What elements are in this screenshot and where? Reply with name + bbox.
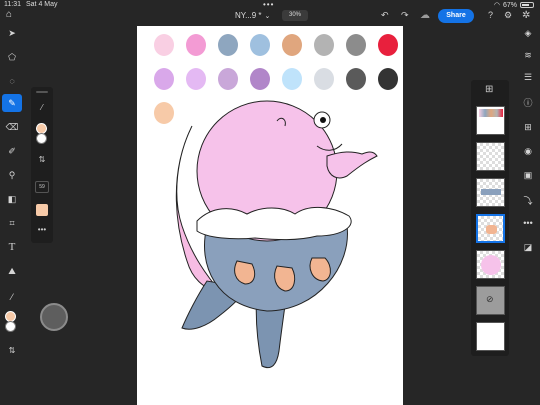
tutu	[196, 207, 352, 241]
color-chips[interactable]	[5, 311, 19, 333]
share-button[interactable]: Share	[438, 9, 474, 23]
layer-thumb-background[interactable]	[476, 322, 505, 351]
layer-thumb-3[interactable]	[476, 178, 505, 207]
zoom-level[interactable]: 30%	[282, 10, 308, 21]
adjustments-icon[interactable]: ☰	[520, 72, 536, 86]
background-color-chip[interactable]	[5, 321, 16, 332]
fill-icon[interactable]: ⚲	[2, 166, 22, 184]
mask-icon[interactable]: ▣	[520, 170, 536, 184]
document-title[interactable]: NY...9 * ⌄	[235, 11, 270, 20]
layer-3-preview	[481, 189, 501, 195]
layer-thumb-2[interactable]	[476, 142, 505, 171]
status-date: Sat 4 May	[26, 1, 58, 8]
eraser-icon[interactable]: ⌫	[2, 118, 22, 136]
text-icon[interactable]: T	[2, 238, 22, 256]
eyedropper-tool-icon[interactable]: ⁄	[31, 103, 53, 112]
layer-properties-icon[interactable]: ≋	[520, 50, 536, 64]
panel-color-chips[interactable]	[36, 123, 50, 145]
cloud-icon[interactable]: ☁	[420, 10, 430, 21]
help-icon[interactable]: ?	[488, 10, 493, 20]
smudge-icon[interactable]: ✐	[2, 142, 22, 160]
add-layer-icon[interactable]: ⊞	[485, 84, 493, 95]
settings-gear-icon[interactable]: ✲	[522, 10, 530, 21]
panel-grabber[interactable]	[36, 91, 48, 93]
clip-icon[interactable]: ⤵	[520, 194, 536, 208]
layer-thumb-6-hidden[interactable]: ⊘	[476, 286, 505, 315]
panel-swap-icon[interactable]: ⇅	[31, 155, 53, 164]
hidden-eye-icon: ⊘	[486, 294, 494, 304]
layer-4-preview	[486, 225, 497, 234]
more-icon[interactable]: •••	[520, 218, 536, 232]
eyedropper-icon[interactable]: ⁄	[2, 288, 22, 306]
redo-icon[interactable]: ↷	[401, 10, 409, 21]
transform-icon[interactable]: ⬠	[2, 48, 22, 66]
left-toolbar: ➤ ⬠ ◌ ✎ ⌫ ✐ ⚲ ◧ ⌗ T ⛰ ⁄ ⇅	[0, 24, 24, 405]
layer-5-preview	[481, 255, 501, 275]
add-layer-tool-icon[interactable]: ⊞	[520, 122, 536, 136]
arm-shape	[326, 151, 378, 179]
visibility-icon[interactable]: ◉	[520, 146, 536, 160]
undo-icon[interactable]: ↶	[381, 10, 389, 21]
app-settings-icon[interactable]: ⚙	[504, 10, 512, 21]
more-options-icon[interactable]: •••	[31, 225, 53, 234]
panel-background-chip[interactable]	[36, 133, 47, 144]
fresco-app: 11:31 Sat 4 May ••• ◠ 67% ⌂ NY...9 * ⌄ 30…	[0, 0, 540, 405]
info-icon[interactable]: ⓘ	[520, 96, 536, 110]
layer-thumb-4-selected[interactable]	[476, 214, 505, 243]
crop-icon[interactable]: ⌗	[2, 214, 22, 232]
layer-1-preview	[479, 109, 503, 117]
select-arrow-icon[interactable]: ➤	[2, 24, 22, 42]
lasso-icon[interactable]: ◌	[2, 72, 22, 90]
battery-fill	[522, 4, 530, 6]
drawing-canvas[interactable]	[137, 26, 403, 405]
status-time: 11:31	[4, 1, 21, 8]
layer-thumb-1[interactable]	[476, 106, 505, 135]
eye-pupil	[320, 117, 326, 123]
swap-colors-icon[interactable]: ⇅	[2, 341, 22, 359]
layer-thumb-5[interactable]	[476, 250, 505, 279]
touch-shortcut-button[interactable]	[40, 303, 68, 331]
layers-icon[interactable]: ◈	[520, 28, 536, 42]
brush-color-swatch[interactable]	[36, 204, 48, 216]
paint-bucket-icon[interactable]: ◧	[2, 190, 22, 208]
brush-icon[interactable]: ✎	[2, 94, 22, 112]
artwork	[175, 100, 378, 369]
document-name: NY...9 *	[235, 11, 262, 20]
brush-size-field[interactable]: 59	[35, 181, 49, 193]
brush-panel: ⁄ ⇅ 59 •••	[31, 87, 53, 243]
top-bar: ⌂ NY...9 * ⌄ 30% ↶ ↷ ☁ Share ? ⚙ ✲	[0, 8, 540, 24]
fill-tool-icon[interactable]: ◪	[520, 242, 536, 256]
right-toolbar: ◈ ≋ ☰ ⓘ ⊞ ◉ ▣ ⤵ ••• ◪	[516, 24, 540, 264]
chevron-down-icon: ⌄	[264, 13, 271, 20]
home-icon[interactable]: ⌂	[6, 9, 12, 20]
layers-panel: ⊞ ⊘	[471, 80, 509, 356]
image-place-icon[interactable]: ⛰	[2, 262, 22, 280]
